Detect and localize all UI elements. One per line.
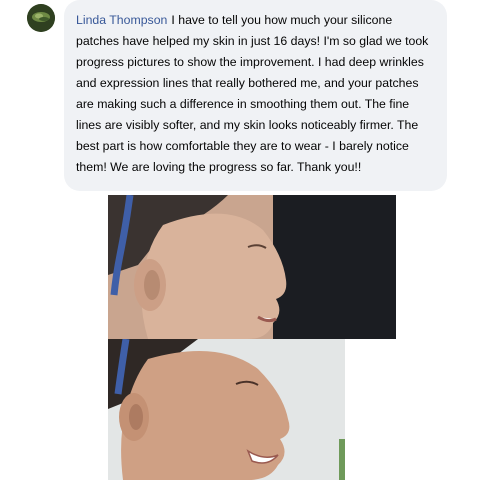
before-photo-image — [108, 195, 396, 339]
comment-author-link[interactable]: Linda Thompson — [76, 13, 167, 27]
avatar-image — [27, 4, 55, 32]
after-photo[interactable] — [108, 339, 345, 480]
before-photo[interactable] — [108, 195, 396, 339]
comment-post: Linda Thompson I have to tell you how muc… — [0, 0, 480, 480]
after-photo-image — [108, 339, 345, 480]
commenter-avatar[interactable] — [27, 4, 55, 32]
comment-bubble: Linda Thompson I have to tell you how muc… — [64, 0, 447, 191]
comment-text: I have to tell you how much your silicon… — [76, 13, 429, 174]
